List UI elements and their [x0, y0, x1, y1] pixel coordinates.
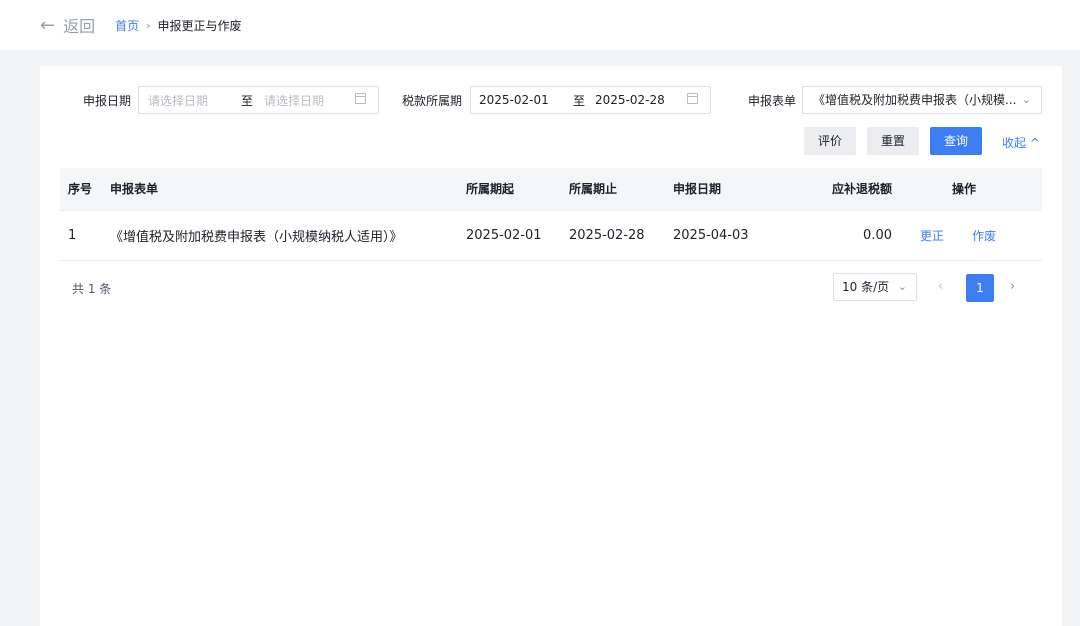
correct-link[interactable]: 更正 [920, 229, 944, 243]
cell-form: 《增值税及附加税费申报表（小规模纳税人适用）》 [104, 210, 466, 261]
chevron-down-icon: ⌄ [897, 280, 907, 293]
evaluate-button[interactable]: 评价 [804, 127, 856, 155]
calendar-icon [687, 93, 698, 104]
declare-date-to-input[interactable]: 请选择日期 [264, 92, 324, 109]
breadcrumb: 首页 › 申报更正与作废 [115, 17, 241, 34]
tax-period-to-separator: 至 [573, 93, 586, 108]
declare-date-from-input[interactable]: 请选择日期 [148, 92, 208, 109]
breadcrumb-current: 申报更正与作废 [157, 18, 242, 33]
declare-date-label: 申报日期 [83, 94, 132, 108]
chevron-down-icon: ⌄ [1021, 93, 1031, 106]
declare-date-range[interactable]: 请选择日期 至 请选择日期 [138, 86, 379, 114]
next-page-icon[interactable]: › [1010, 279, 1015, 294]
tax-period-from-input[interactable]: 2025-02-01 [479, 93, 549, 107]
prev-page-icon[interactable]: ‹ [938, 279, 943, 294]
filter-row: 申报日期 请选择日期 至 请选择日期 税款所属期 2025-02-01 至 20… [40, 86, 1062, 114]
col-header-actions: 操作 [892, 168, 1042, 210]
tax-period-range[interactable]: 2025-02-01 至 2025-02-28 [470, 86, 711, 114]
table-row: 1 《增值税及附加税费申报表（小规模纳税人适用）》 2025-02-01 202… [60, 210, 1042, 261]
breadcrumb-home[interactable]: 首页 [115, 17, 139, 34]
total-count: 共 1 条 [72, 282, 112, 296]
cell-actions: 更正 作废 [892, 210, 1042, 261]
col-header-start: 所属期起 [466, 168, 569, 210]
back-arrow-icon: ← [40, 14, 56, 36]
form-select-value: 《增值税及附加税费申报表（小规模... [813, 93, 1017, 107]
col-header-date: 申报日期 [673, 168, 789, 210]
cell-end: 2025-02-28 [569, 210, 673, 261]
calendar-icon [355, 93, 366, 104]
col-header-no: 序号 [60, 168, 104, 210]
cell-no: 1 [60, 210, 104, 261]
query-button[interactable]: 查询 [930, 127, 982, 155]
tax-period-label: 税款所属期 [402, 94, 463, 108]
col-header-end: 所属期止 [569, 168, 673, 210]
form-select[interactable]: 《增值税及附加税费申报表（小规模... ⌄ [802, 86, 1042, 114]
breadcrumb-separator-icon: › [146, 18, 151, 32]
reset-button[interactable]: 重置 [867, 127, 919, 155]
page-number-current[interactable]: 1 [966, 274, 994, 302]
cell-start: 2025-02-01 [466, 210, 569, 261]
declare-date-to-separator: 至 [241, 93, 254, 108]
collapse-button[interactable]: 收起 ^ [1002, 134, 1040, 151]
back-button[interactable]: ← 返回 [40, 13, 95, 37]
back-label: 返回 [63, 17, 96, 36]
main-panel: 申报日期 请选择日期 至 请选择日期 税款所属期 2025-02-01 至 20… [40, 66, 1062, 626]
cell-amount: 0.00 [789, 210, 892, 261]
page-size-select[interactable]: 10 条/页 ⌄ [833, 273, 917, 301]
void-link[interactable]: 作废 [972, 229, 996, 243]
cell-date: 2025-04-03 [673, 210, 789, 261]
page-size-value: 10 条/页 [842, 280, 890, 294]
col-header-form: 申报表单 [104, 168, 466, 210]
top-bar: ← 返回 首页 › 申报更正与作废 [0, 0, 1080, 50]
table-header-row: 序号 申报表单 所属期起 所属期止 申报日期 应补退税额 操作 [60, 168, 1042, 210]
declaration-table: 序号 申报表单 所属期起 所属期止 申报日期 应补退税额 操作 1 《增值税及附… [60, 168, 1042, 261]
form-select-label: 申报表单 [748, 94, 797, 108]
col-header-amount: 应补退税额 [789, 168, 892, 210]
tax-period-to-input[interactable]: 2025-02-28 [595, 93, 665, 107]
